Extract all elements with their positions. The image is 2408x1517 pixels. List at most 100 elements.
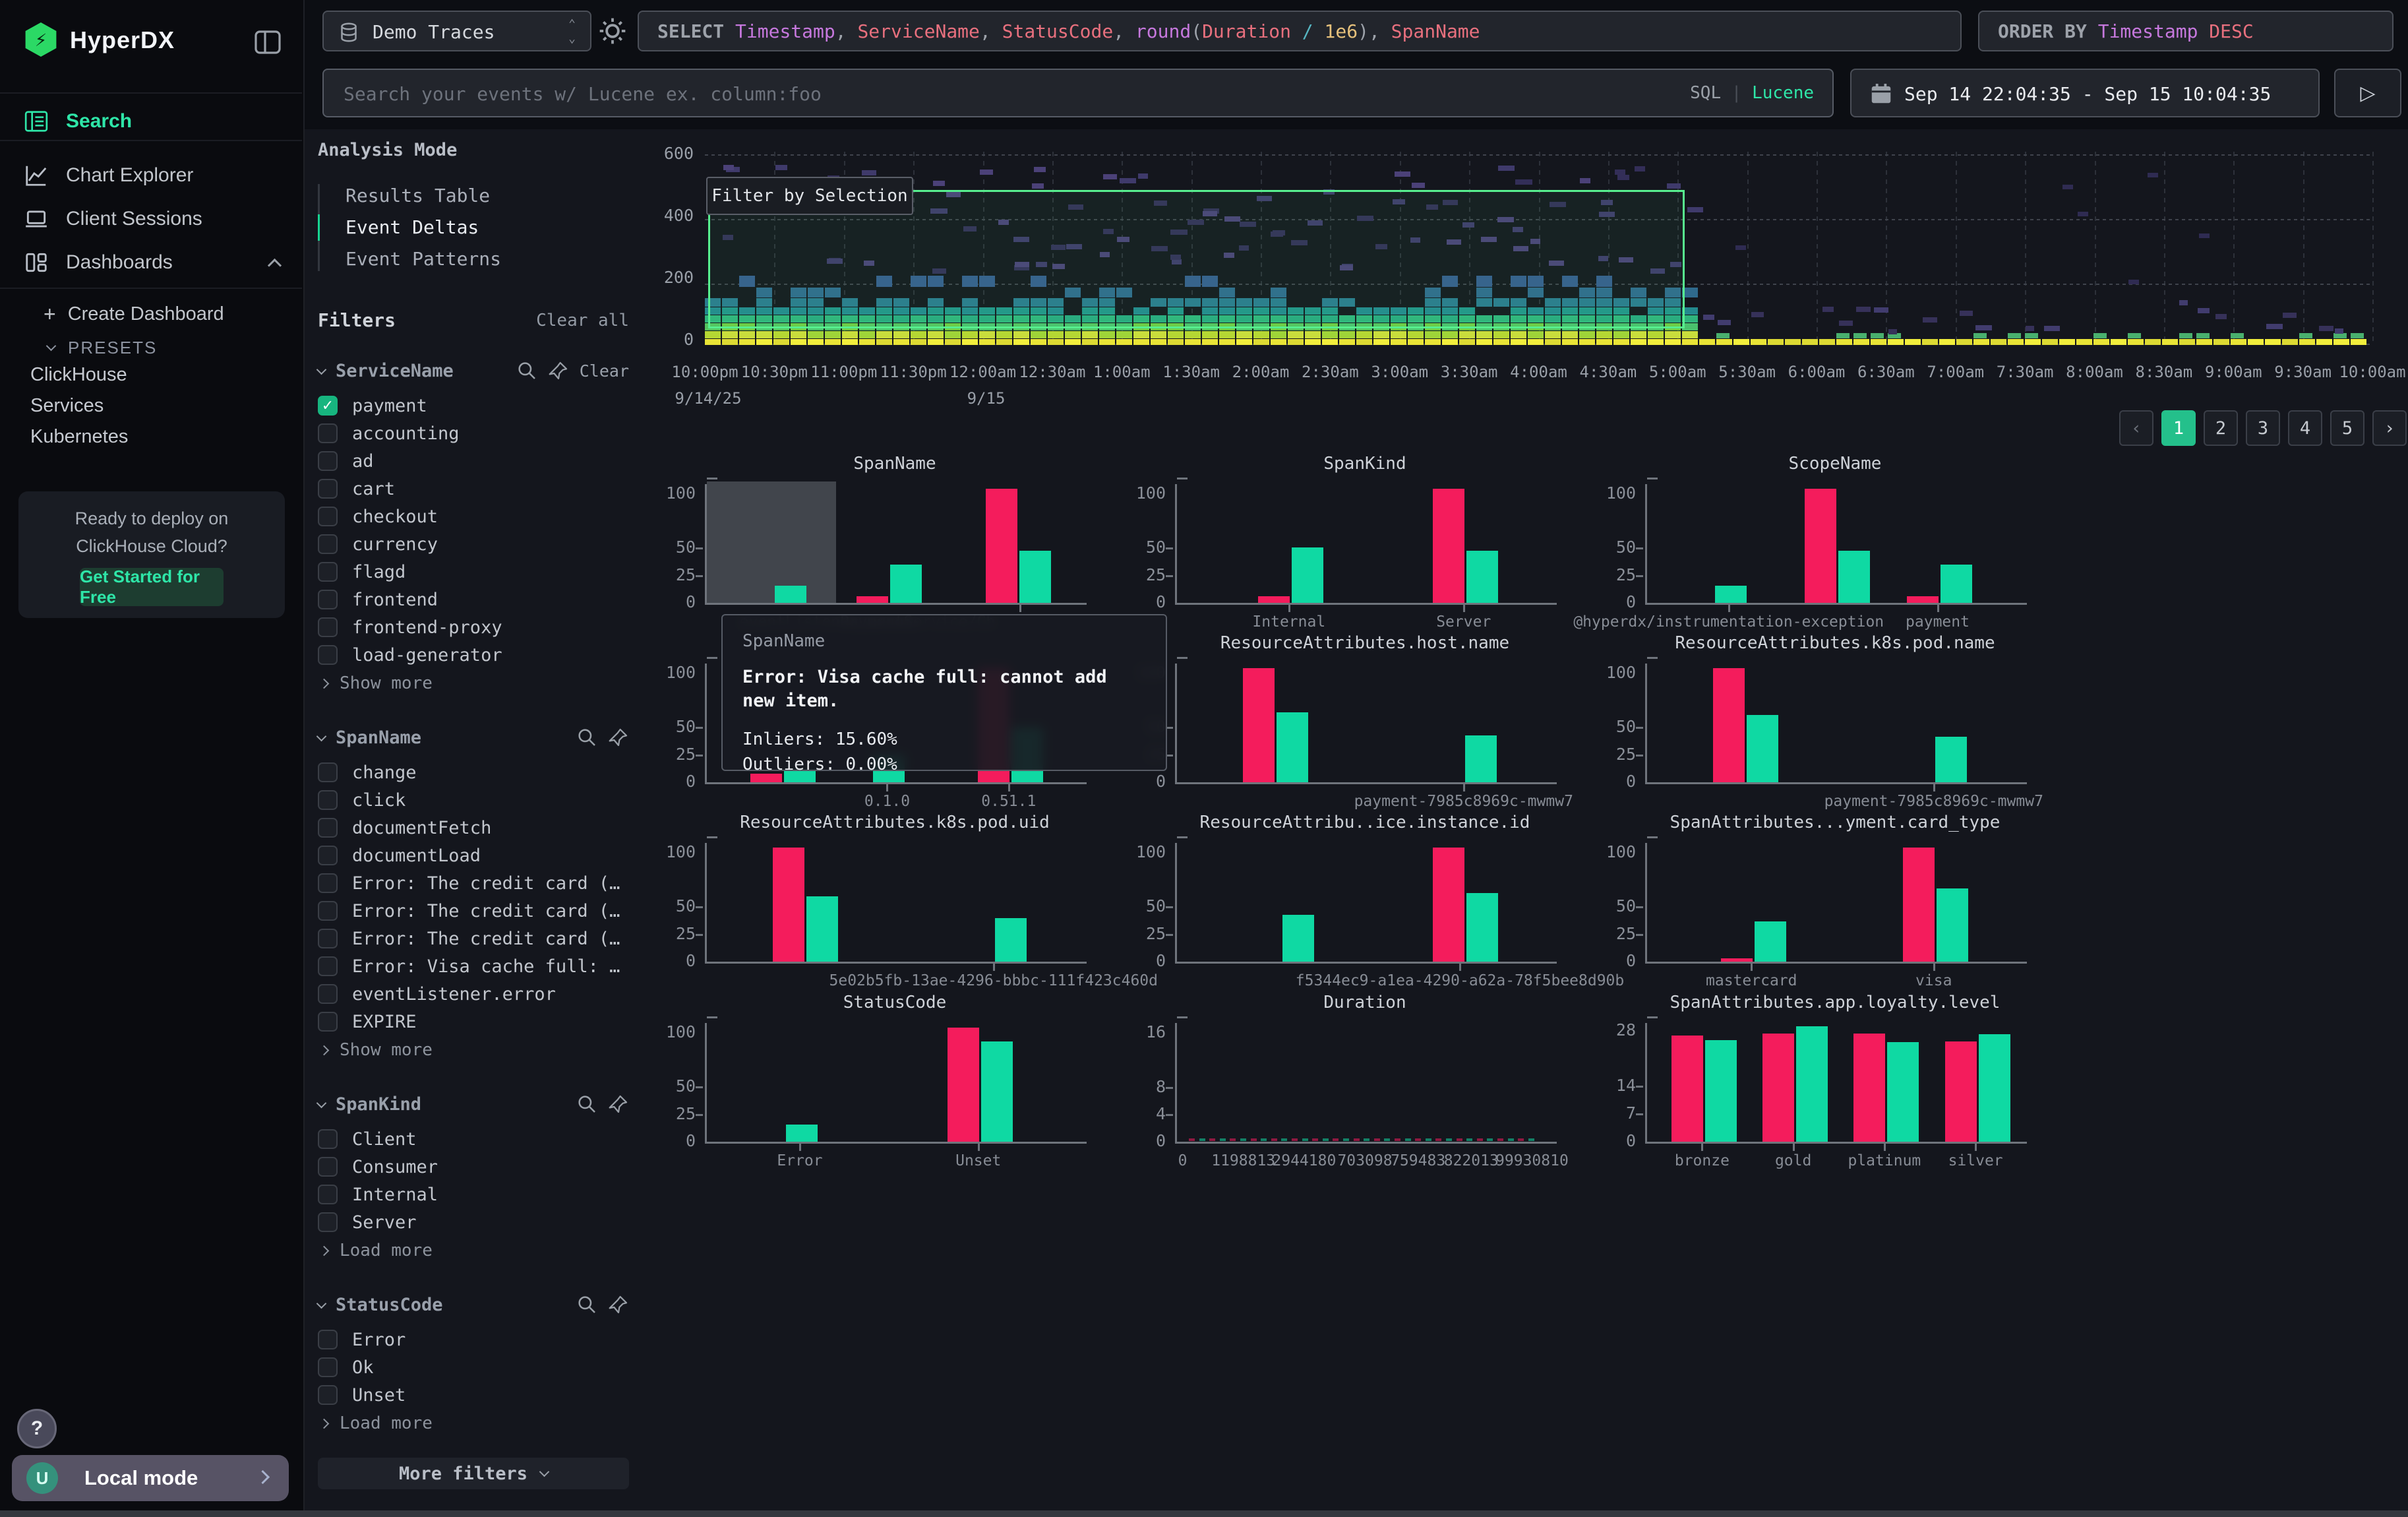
pin-icon[interactable] (608, 727, 629, 748)
checkbox[interactable] (318, 1129, 338, 1149)
checkbox[interactable] (318, 507, 338, 526)
analysis-mode-event-deltas[interactable]: Event Deltas (318, 212, 629, 243)
sidebar-preset-kubernetes[interactable]: Kubernetes (30, 426, 128, 448)
bar-pink[interactable] (1907, 596, 1939, 603)
events-heatmap[interactable] (705, 152, 2372, 346)
filter-checkbox-row[interactable]: frontend-proxy (318, 613, 629, 641)
bar-green[interactable] (1465, 735, 1497, 782)
checkbox[interactable] (318, 617, 338, 637)
analysis-mode-event-patterns[interactable]: Event Patterns (318, 243, 629, 275)
filter-checkbox-row[interactable]: Error: The credit card (… (318, 897, 629, 925)
checkbox[interactable] (318, 423, 338, 443)
filter-checkbox-row[interactable]: Consumer (318, 1153, 629, 1181)
checkbox[interactable] (318, 1157, 338, 1177)
checkbox[interactable] (318, 451, 338, 471)
query-language-toggle[interactable]: SQL | Lucene (1690, 83, 1814, 103)
filter-group-header[interactable]: SpanName (318, 727, 629, 748)
page-button-5[interactable]: 5 (2330, 410, 2364, 446)
show-more-button[interactable]: Show more (318, 669, 629, 698)
checkbox[interactable]: ✓ (318, 396, 338, 416)
search-icon[interactable] (516, 360, 537, 381)
bar-green[interactable] (1466, 551, 1498, 603)
analysis-mode-results-table[interactable]: Results Table (318, 180, 629, 212)
search-icon[interactable] (576, 1294, 597, 1315)
bar-pink[interactable] (1903, 848, 1935, 962)
filter-checkbox-row[interactable]: Ok (318, 1353, 629, 1381)
pin-icon[interactable] (548, 360, 569, 381)
next-page-button[interactable]: › (2372, 410, 2407, 446)
filter-checkbox-row[interactable]: Unset (318, 1381, 629, 1409)
bar-pink[interactable] (986, 489, 1017, 603)
bar-pink[interactable] (1805, 489, 1836, 603)
checkbox[interactable] (318, 1012, 338, 1032)
show-more-button[interactable]: Load more (318, 1236, 629, 1265)
bar-green[interactable] (1941, 565, 1972, 603)
checkbox[interactable] (318, 956, 338, 976)
bar-green[interactable] (1747, 715, 1778, 782)
filter-checkbox-row[interactable]: Client (318, 1125, 629, 1153)
bar-green[interactable] (806, 896, 838, 962)
sidebar-item-client-sessions[interactable]: Client Sessions (24, 202, 202, 236)
bar-pink[interactable] (773, 848, 804, 962)
prev-page-button[interactable]: ‹ (2119, 410, 2153, 446)
bar-green[interactable] (890, 565, 922, 603)
project-selector[interactable]: Demo Traces ⌃⌄ (322, 11, 591, 51)
checkbox[interactable] (318, 479, 338, 499)
help-button[interactable]: ? (17, 1409, 57, 1448)
bar-green[interactable] (1979, 1034, 2010, 1142)
bar-green[interactable] (995, 918, 1027, 962)
filter-checkbox-row[interactable]: Error: The credit card (… (318, 869, 629, 897)
filter-checkbox-row[interactable]: change (318, 758, 629, 786)
bar-green[interactable] (786, 1125, 818, 1142)
bar-pink[interactable] (1762, 1034, 1794, 1142)
bar-pink[interactable] (1853, 1034, 1885, 1142)
bar-green[interactable] (1466, 893, 1498, 962)
bar-green[interactable] (1705, 1040, 1737, 1142)
checkbox[interactable] (318, 1385, 338, 1405)
filter-checkbox-row[interactable]: Internal (318, 1181, 629, 1208)
checkbox[interactable] (318, 1330, 338, 1349)
filter-checkbox-row[interactable]: ✓payment (318, 392, 629, 419)
checkbox[interactable] (318, 762, 338, 782)
bar-green[interactable] (1019, 551, 1051, 603)
bar-green[interactable] (981, 1041, 1013, 1142)
show-more-button[interactable]: Load more (318, 1409, 629, 1438)
bar-green[interactable] (1887, 1042, 1919, 1142)
bar-green[interactable] (1715, 586, 1747, 603)
page-button-4[interactable]: 4 (2288, 410, 2322, 446)
bar-pink[interactable] (750, 774, 782, 782)
checkbox[interactable] (318, 790, 338, 810)
filter-checkbox-row[interactable]: currency (318, 530, 629, 558)
checkbox[interactable] (318, 984, 338, 1004)
run-query-button[interactable]: ▷ (2334, 69, 2401, 117)
checkbox[interactable] (318, 590, 338, 609)
sidebar-preset-services[interactable]: Services (30, 395, 104, 417)
checkbox[interactable] (318, 1357, 338, 1377)
user-menu[interactable]: U Local mode (12, 1455, 289, 1501)
bar-pink[interactable] (1243, 668, 1275, 782)
horizontal-scrollbar[interactable] (0, 1510, 2408, 1517)
filter-checkbox-row[interactable]: load-generator (318, 641, 629, 669)
presets-toggle[interactable]: PRESETS (47, 334, 157, 361)
checkbox[interactable] (318, 929, 338, 948)
bar-pink[interactable] (1433, 489, 1464, 603)
bar-pink[interactable] (1721, 958, 1753, 962)
filter-checkbox-row[interactable]: frontend (318, 586, 629, 613)
show-more-button[interactable]: Show more (318, 1036, 629, 1065)
checkbox[interactable] (318, 818, 338, 838)
clear-all-button[interactable]: Clear all (536, 311, 629, 330)
filter-checkbox-row[interactable]: Error: The credit card (… (318, 925, 629, 952)
bar-green[interactable] (1935, 737, 1967, 782)
page-button-1[interactable]: 1 (2161, 410, 2196, 446)
filter-checkbox-row[interactable]: flagd (318, 558, 629, 586)
filter-checkbox-row[interactable]: click (318, 786, 629, 814)
filter-by-selection-button[interactable]: Filter by Selection (706, 177, 913, 215)
pin-icon[interactable] (608, 1294, 629, 1315)
more-filters-button[interactable]: More filters (318, 1458, 629, 1489)
filter-group-header[interactable]: ServiceNameClear (318, 360, 629, 381)
page-button-3[interactable]: 3 (2246, 410, 2280, 446)
bar-green[interactable] (1292, 547, 1323, 603)
filter-group-header[interactable]: StatusCode (318, 1294, 629, 1315)
bar-green[interactable] (1755, 921, 1786, 962)
page-button-2[interactable]: 2 (2204, 410, 2238, 446)
